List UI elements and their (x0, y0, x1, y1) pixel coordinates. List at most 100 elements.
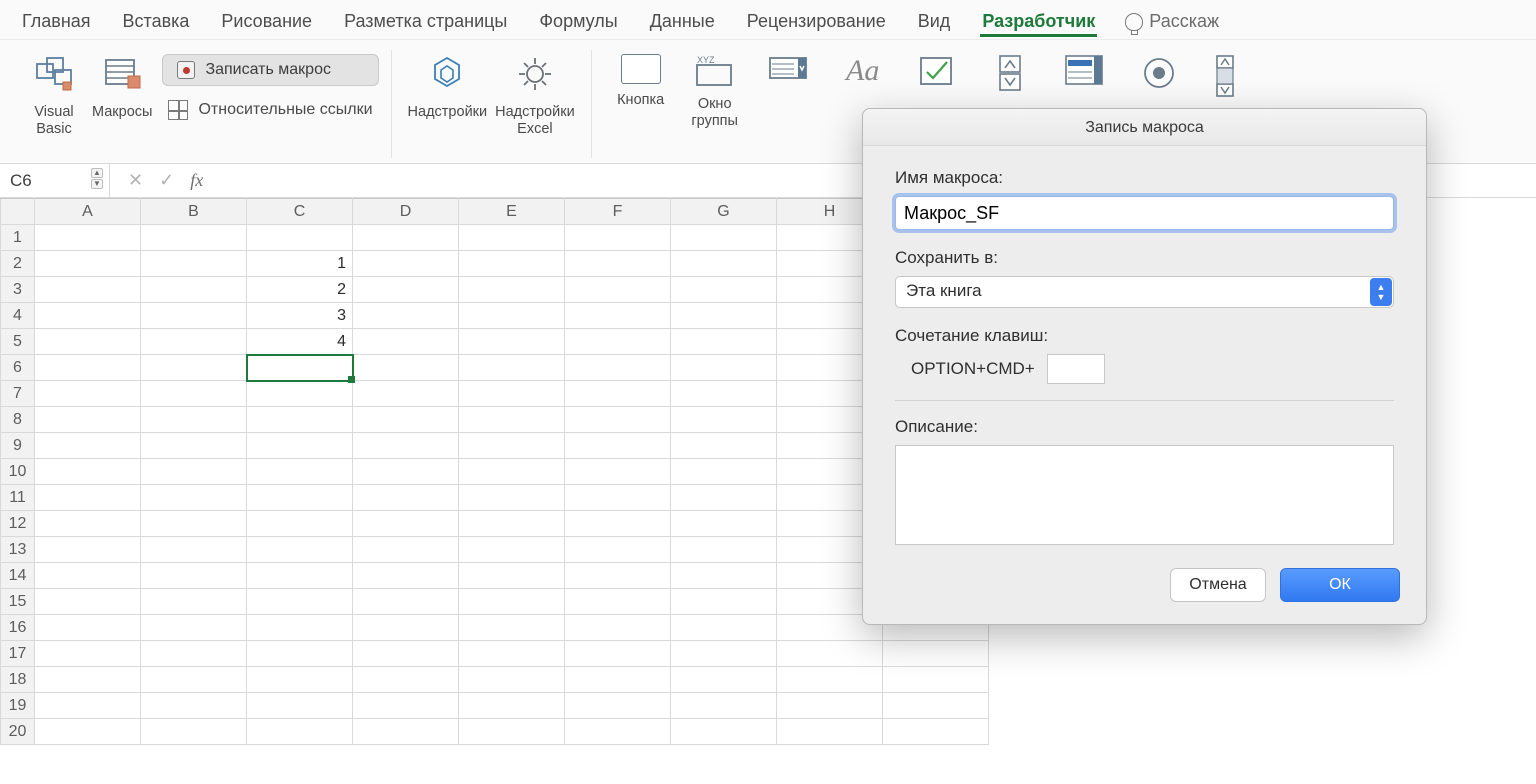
cell[interactable] (671, 563, 777, 589)
row-header[interactable]: 17 (1, 641, 35, 667)
cell[interactable] (671, 511, 777, 537)
cell[interactable] (35, 277, 141, 303)
cell[interactable] (141, 615, 247, 641)
cell[interactable] (777, 693, 883, 719)
cell[interactable] (459, 719, 565, 745)
cell[interactable] (35, 667, 141, 693)
cell[interactable] (247, 693, 353, 719)
cancel-formula-icon[interactable]: ✕ (128, 170, 143, 191)
control-group-box[interactable]: XYZ Окно группы (678, 50, 752, 129)
cell[interactable] (141, 693, 247, 719)
cell[interactable]: 4 (247, 329, 353, 355)
tab-draw[interactable]: Рисование (219, 7, 314, 36)
cell[interactable] (459, 511, 565, 537)
tab-page-layout[interactable]: Разметка страницы (342, 7, 509, 36)
cell[interactable] (671, 251, 777, 277)
cell[interactable] (353, 433, 459, 459)
cell[interactable] (353, 641, 459, 667)
cell[interactable] (883, 719, 989, 745)
cell[interactable] (671, 719, 777, 745)
cell[interactable] (459, 329, 565, 355)
row-header[interactable]: 13 (1, 537, 35, 563)
cell[interactable] (141, 641, 247, 667)
control-button[interactable]: Кнопка (604, 50, 678, 109)
cell[interactable] (459, 277, 565, 303)
tab-view[interactable]: Вид (916, 7, 953, 36)
cell[interactable] (353, 667, 459, 693)
cell[interactable] (141, 277, 247, 303)
cell[interactable] (565, 251, 671, 277)
row-header[interactable]: 12 (1, 511, 35, 537)
cell[interactable] (353, 459, 459, 485)
macro-name-input[interactable] (895, 196, 1394, 230)
cell[interactable] (565, 589, 671, 615)
cell[interactable] (141, 459, 247, 485)
cell[interactable] (247, 225, 353, 251)
cell[interactable] (671, 641, 777, 667)
tab-insert[interactable]: Вставка (121, 7, 192, 36)
cell[interactable] (883, 693, 989, 719)
cell[interactable] (35, 303, 141, 329)
cell[interactable] (35, 563, 141, 589)
row-header[interactable]: 8 (1, 407, 35, 433)
cell[interactable] (671, 589, 777, 615)
cell[interactable] (883, 641, 989, 667)
cell[interactable] (353, 303, 459, 329)
cell[interactable] (565, 355, 671, 381)
cell[interactable] (35, 537, 141, 563)
row-header[interactable]: 16 (1, 615, 35, 641)
cell[interactable] (565, 485, 671, 511)
cell[interactable] (141, 225, 247, 251)
cell[interactable] (247, 355, 353, 381)
fx-icon[interactable]: fx (190, 170, 203, 191)
row-header[interactable]: 11 (1, 485, 35, 511)
cell[interactable] (35, 485, 141, 511)
tell-me-search[interactable]: Расскаж (1125, 11, 1219, 32)
ok-button[interactable]: ОК (1280, 568, 1400, 602)
cell[interactable] (35, 615, 141, 641)
excel-addins-button[interactable]: Надстройки Excel (491, 50, 579, 137)
cell[interactable] (353, 693, 459, 719)
cell[interactable] (459, 641, 565, 667)
cell[interactable] (565, 615, 671, 641)
cell[interactable] (353, 589, 459, 615)
row-header[interactable]: 20 (1, 719, 35, 745)
cell[interactable] (459, 563, 565, 589)
cell[interactable] (565, 537, 671, 563)
cell[interactable] (247, 719, 353, 745)
cell[interactable] (353, 225, 459, 251)
cell[interactable] (35, 381, 141, 407)
tab-formulas[interactable]: Формулы (537, 7, 619, 36)
row-header[interactable]: 18 (1, 667, 35, 693)
control-combo-box[interactable] (752, 50, 826, 111)
shortcut-key-input[interactable] (1047, 354, 1105, 384)
column-header[interactable]: A (35, 199, 141, 225)
accept-formula-icon[interactable]: ✓ (159, 170, 174, 191)
cell[interactable] (141, 407, 247, 433)
cell[interactable] (459, 381, 565, 407)
column-header[interactable]: D (353, 199, 459, 225)
cell[interactable] (247, 407, 353, 433)
column-header[interactable]: G (671, 199, 777, 225)
cell[interactable] (671, 537, 777, 563)
cell[interactable] (459, 433, 565, 459)
cell[interactable] (353, 277, 459, 303)
cell[interactable] (35, 329, 141, 355)
row-header[interactable]: 2 (1, 251, 35, 277)
cell[interactable] (141, 251, 247, 277)
cell[interactable] (459, 303, 565, 329)
cell[interactable] (671, 459, 777, 485)
cell[interactable] (565, 511, 671, 537)
store-in-select[interactable]: Эта книга (895, 276, 1394, 308)
column-header[interactable]: F (565, 199, 671, 225)
cell[interactable]: 1 (247, 251, 353, 277)
relative-references-toggle[interactable]: Относительные ссылки (162, 96, 378, 124)
cell[interactable] (35, 433, 141, 459)
cell[interactable] (141, 303, 247, 329)
cell[interactable] (459, 251, 565, 277)
cell[interactable] (883, 667, 989, 693)
tab-developer[interactable]: Разработчик (980, 7, 1097, 37)
column-header[interactable]: E (459, 199, 565, 225)
row-header[interactable]: 4 (1, 303, 35, 329)
cell[interactable] (247, 615, 353, 641)
